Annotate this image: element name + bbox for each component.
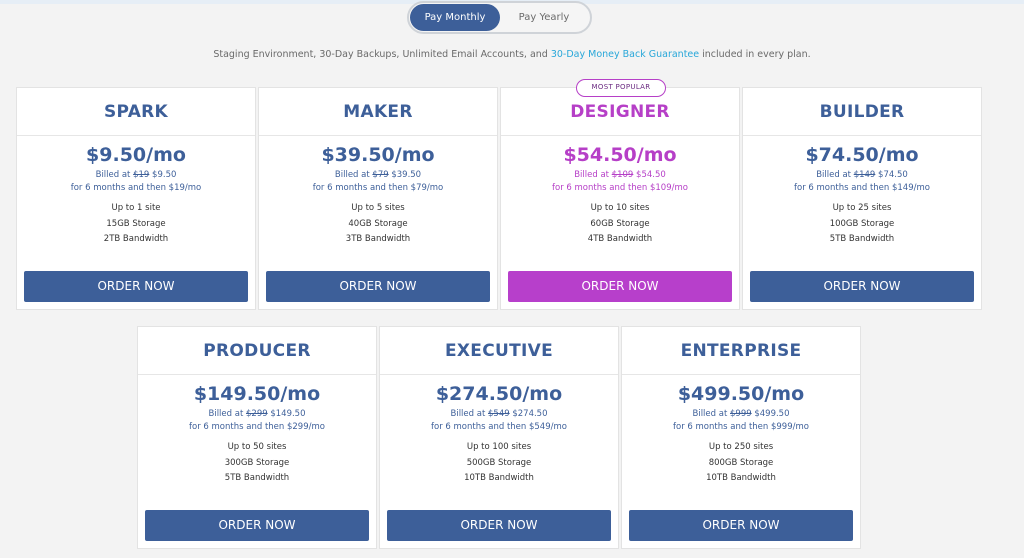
plan-storage: 100GB Storage	[829, 218, 895, 229]
billing-toggle[interactable]: Pay Monthly Pay Yearly	[407, 1, 592, 34]
plan-term: for 6 months and then $299/mo	[189, 422, 325, 432]
plan-price: $74.50/mo	[805, 144, 919, 166]
plan-card-producer: PRODUCER $149.50/mo Billed at $299 $149.…	[137, 326, 377, 549]
plan-sites: Up to 25 sites	[832, 203, 892, 213]
plan-billing: Billed at $999 $499.50 for 6 months and t…	[673, 409, 809, 432]
plan-storage: 300GB Storage	[224, 457, 290, 468]
plan-term: for 6 months and then $109/mo	[552, 183, 688, 193]
plan-price: $9.50/mo	[86, 144, 186, 166]
plan-storage: 15GB Storage	[106, 218, 166, 229]
pay-yearly-option[interactable]: Pay Yearly	[499, 4, 589, 31]
plan-sites: Up to 50 sites	[227, 442, 287, 452]
pay-monthly-option[interactable]: Pay Monthly	[410, 4, 500, 31]
plan-storage: 40GB Storage	[348, 218, 408, 229]
plan-bandwidth: 5TB Bandwidth	[224, 473, 290, 483]
plan-sites: Up to 100 sites	[466, 442, 532, 452]
plan-term: for 6 months and then $549/mo	[431, 422, 567, 432]
plan-price: $149.50/mo	[193, 383, 321, 405]
plan-billing: Billed at $299 $149.50 for 6 months and t…	[189, 409, 325, 432]
order-now-button[interactable]: ORDER NOW	[387, 510, 611, 541]
order-now-button[interactable]: ORDER NOW	[629, 510, 853, 541]
plan-storage: 500GB Storage	[466, 457, 532, 468]
plan-term: for 6 months and then $79/mo	[312, 183, 444, 193]
plan-bandwidth: 4TB Bandwidth	[587, 234, 653, 244]
plan-name: MAKER	[259, 88, 497, 136]
plan-billing: Billed at $79 $39.50 for 6 months and the…	[312, 170, 444, 193]
plan-sites: Up to 1 site	[111, 203, 161, 213]
plan-card-executive: EXECUTIVE $274.50/mo Billed at $549 $274…	[379, 326, 619, 549]
plan-card-enterprise: ENTERPRISE $499.50/mo Billed at $999 $49…	[621, 326, 861, 549]
plan-billing: Billed at $149 $74.50 for 6 months and th…	[794, 170, 930, 193]
plan-sites: Up to 10 sites	[590, 203, 650, 213]
plan-name: BUILDER	[743, 88, 981, 136]
old-price: $19	[133, 170, 150, 180]
plan-card-maker: MAKER $39.50/mo Billed at $79 $39.50 for …	[258, 87, 498, 310]
plan-storage: 800GB Storage	[708, 457, 774, 468]
order-now-button[interactable]: ORDER NOW	[266, 271, 490, 302]
plan-price: $274.50/mo	[435, 383, 563, 405]
plan-card-builder: BUILDER $74.50/mo Billed at $149 $74.50 f…	[742, 87, 982, 310]
plan-bandwidth: 3TB Bandwidth	[345, 234, 411, 244]
plan-bandwidth: 10TB Bandwidth	[706, 473, 776, 483]
plan-sites: Up to 250 sites	[708, 442, 774, 452]
plan-features-note: Staging Environment, 30-Day Backups, Unl…	[0, 49, 1024, 60]
old-price: $999	[730, 409, 752, 419]
order-now-button[interactable]: ORDER NOW	[145, 510, 369, 541]
old-price: $549	[488, 409, 510, 419]
plan-card-spark: SPARK $9.50/mo Billed at $19 $9.50 for 6 …	[16, 87, 256, 310]
plan-term: for 6 months and then $19/mo	[70, 183, 202, 193]
order-now-button[interactable]: ORDER NOW	[24, 271, 248, 302]
order-now-button[interactable]: ORDER NOW	[508, 271, 732, 302]
plan-term: for 6 months and then $999/mo	[673, 422, 809, 432]
plan-price: $499.50/mo	[677, 383, 805, 405]
plan-bandwidth: 2TB Bandwidth	[103, 234, 169, 244]
plan-price: $39.50/mo	[321, 144, 435, 166]
plan-bandwidth: 5TB Bandwidth	[829, 234, 895, 244]
plan-name: SPARK	[17, 88, 255, 136]
plan-billing: Billed at $109 $54.50 for 6 months and th…	[552, 170, 688, 193]
plan-name: ENTERPRISE	[622, 327, 860, 375]
order-now-button[interactable]: ORDER NOW	[750, 271, 974, 302]
plan-name: PRODUCER	[138, 327, 376, 375]
old-price: $299	[246, 409, 268, 419]
plan-billing: Billed at $549 $274.50 for 6 months and t…	[431, 409, 567, 432]
money-back-guarantee-link[interactable]: 30-Day Money Back Guarantee	[551, 49, 699, 60]
plan-storage: 60GB Storage	[590, 218, 650, 229]
plan-price: $54.50/mo	[563, 144, 677, 166]
plan-term: for 6 months and then $149/mo	[794, 183, 930, 193]
old-price: $79	[372, 170, 389, 180]
plan-card-designer: MOST POPULAR DESIGNER $54.50/mo Billed a…	[500, 79, 740, 310]
plan-sites: Up to 5 sites	[351, 203, 405, 213]
plan-name: EXECUTIVE	[380, 327, 618, 375]
note-suffix: included in every plan.	[699, 49, 811, 60]
old-price: $109	[611, 170, 634, 180]
old-price: $149	[853, 170, 876, 180]
note-prefix: Staging Environment, 30-Day Backups, Unl…	[213, 49, 551, 60]
plan-bandwidth: 10TB Bandwidth	[464, 473, 534, 483]
plan-billing: Billed at $19 $9.50 for 6 months and then…	[70, 170, 202, 193]
most-popular-badge: MOST POPULAR	[576, 79, 666, 97]
